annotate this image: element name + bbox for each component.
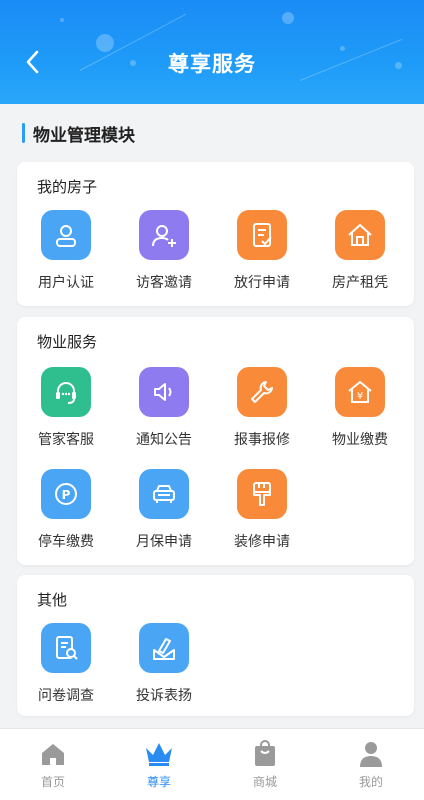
item-label: 通知公告 [136, 432, 192, 448]
section-title: 其他 [37, 591, 68, 609]
yen-house-icon: ¥ [348, 381, 372, 403]
item-label: 放行申请 [234, 275, 290, 291]
page-title: 尊享服务 [168, 52, 256, 76]
grid-item-parking-fee[interactable]: P 停车缴费 [17, 469, 113, 565]
person-icon [360, 742, 382, 767]
grid-item-property-rent[interactable]: 房产租凭 [311, 210, 407, 306]
module-heading: 物业管理模块 [22, 121, 135, 146]
parking-icon: P [55, 483, 77, 505]
module-title: 物业管理模块 [33, 125, 135, 146]
pen-envelope-icon [153, 638, 175, 660]
grid-item-monthly-pass[interactable]: 月保申请 [115, 469, 211, 565]
grid-item-release-apply[interactable]: 放行申请 [213, 210, 309, 306]
user-icon [56, 225, 76, 247]
item-label: 物业缴费 [332, 432, 388, 448]
nav-tab-mall[interactable]: 商城 [212, 729, 318, 800]
nav-label: 首页 [40, 775, 65, 789]
grid-item-survey[interactable]: 问卷调查 [17, 623, 113, 719]
nav-label: 尊享 [146, 775, 171, 789]
module-accent-bar [22, 123, 25, 143]
nav-label: 我的 [358, 775, 383, 789]
home-icon [42, 744, 64, 765]
section-title: 我的房子 [37, 178, 98, 196]
grid-item-renovation-apply[interactable]: 装修申请 [213, 469, 309, 565]
svg-text:¥: ¥ [357, 391, 363, 402]
item-label: 用户认证 [38, 275, 94, 291]
wrench-icon [251, 381, 273, 403]
shopping-bag-icon [255, 740, 275, 766]
survey-icon [56, 636, 78, 660]
bottom-nav: 首页 尊享 商城 我的 [0, 728, 424, 800]
nav-tab-home[interactable]: 首页 [0, 729, 106, 800]
user-add-icon [152, 225, 176, 247]
grid-item-repair-report[interactable]: 报事报修 [213, 367, 309, 463]
section-my-house: 我的房子 用户认证 访客邀请 放行申请 房产租凭 [17, 162, 414, 306]
grid-item-property-fee[interactable]: ¥ 物业缴费 [311, 367, 407, 463]
section-property-services: 物业服务 管家客服 通知公告 报事报修 ¥ 物业缴费 P 停车缴费 月保申请 装… [17, 317, 414, 565]
grid-item-user-auth[interactable]: 用户认证 [17, 210, 113, 306]
document-check-icon [253, 223, 272, 247]
header-bar: 尊享服务 [0, 0, 424, 104]
nav-tab-mine[interactable]: 我的 [318, 729, 424, 800]
svg-text:P: P [62, 488, 71, 502]
item-label: 访客邀请 [136, 275, 192, 291]
item-label: 问卷调查 [38, 688, 94, 704]
grid-item-butler-service[interactable]: 管家客服 [17, 367, 113, 463]
item-label: 月保申请 [136, 534, 192, 550]
item-label: 投诉表扬 [136, 688, 192, 704]
item-label: 装修申请 [234, 534, 290, 550]
house-icon [348, 224, 372, 246]
car-icon [153, 485, 175, 503]
nav-tab-premium[interactable]: 尊享 [106, 729, 212, 800]
grid-item-visitor-invite[interactable]: 访客邀请 [115, 210, 211, 306]
grid-item-complaint-praise[interactable]: 投诉表扬 [115, 623, 211, 719]
item-label: 管家客服 [38, 432, 94, 448]
section-title: 物业服务 [37, 333, 98, 351]
item-label: 停车缴费 [38, 534, 94, 550]
grid-item-notice[interactable]: 通知公告 [115, 367, 211, 463]
paint-brush-icon [253, 482, 271, 506]
crown-icon [146, 743, 172, 766]
speaker-icon [154, 383, 172, 401]
headset-icon [56, 382, 76, 404]
item-label: 房产租凭 [332, 275, 388, 291]
item-label: 报事报修 [234, 432, 290, 448]
nav-label: 商城 [252, 775, 277, 789]
section-other: 其他 问卷调查 投诉表扬 [17, 575, 414, 716]
